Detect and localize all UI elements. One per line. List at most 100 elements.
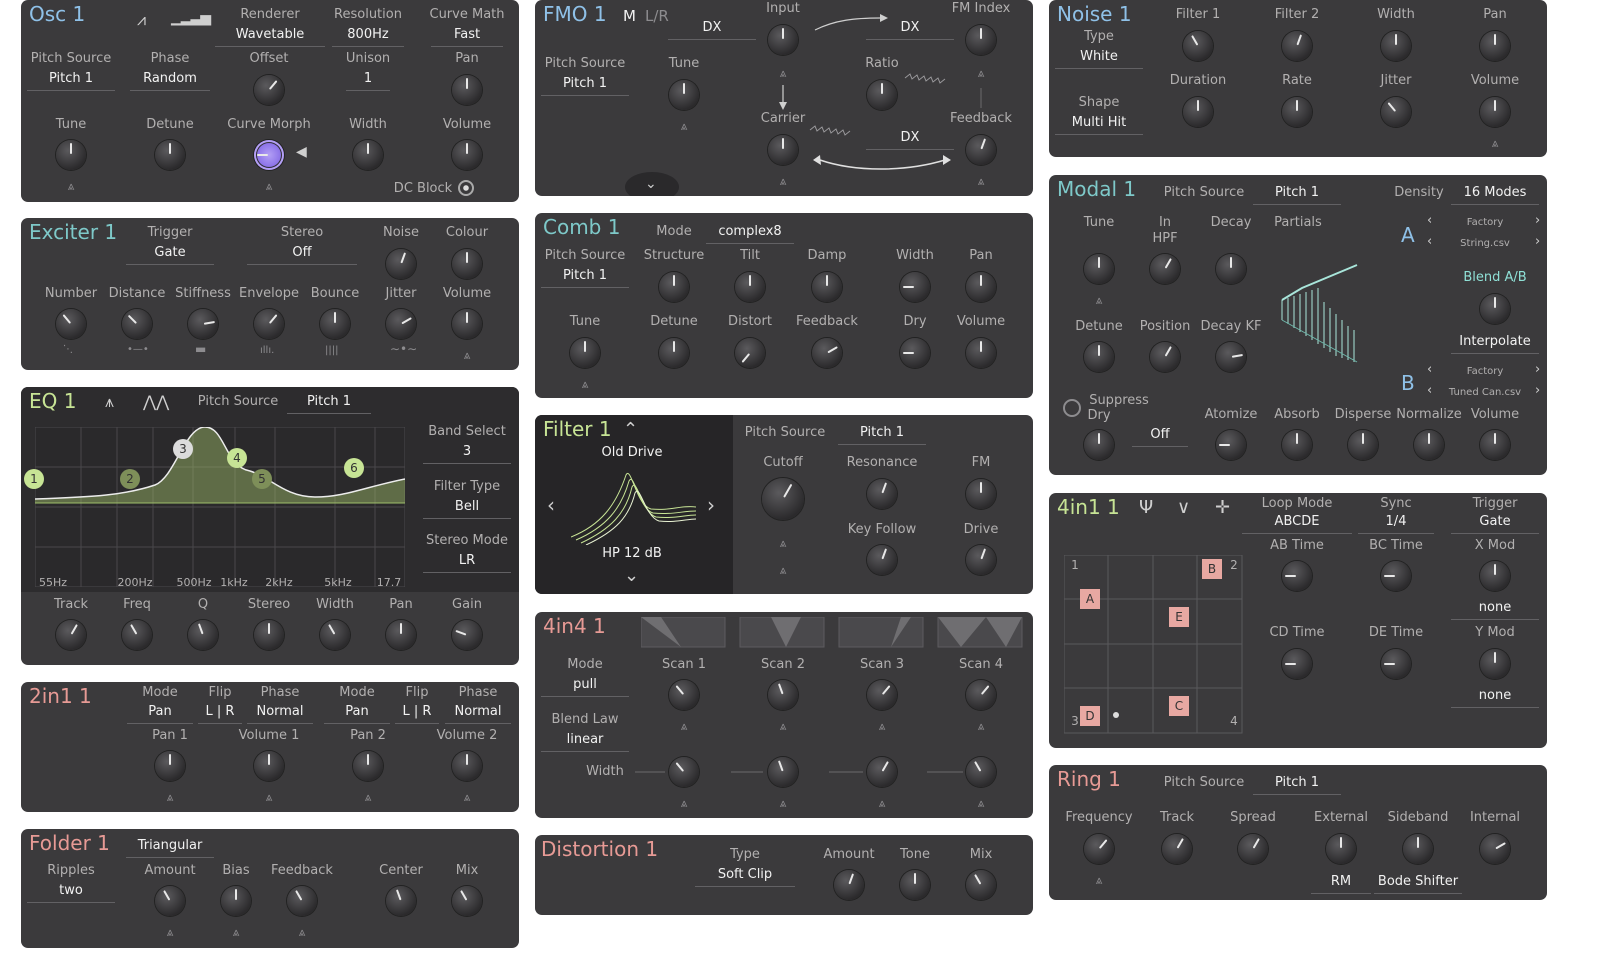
curve-morph-knob[interactable] [254,140,284,170]
eq-track-knob[interactable] [56,620,86,650]
cutoff-mod-arrow-2-icon[interactable]: ⩓ [780,564,787,576]
bank-a-next-icon[interactable]: › [1535,213,1540,228]
noise-volume-knob[interactable] [1480,97,1510,127]
bank-a-file[interactable]: String.csv [1460,238,1510,249]
rate-knob[interactable] [1282,97,1312,127]
width-knob[interactable] [353,140,383,170]
decay-knob[interactable] [1216,254,1246,284]
offset-knob[interactable] [254,75,284,105]
colour-knob[interactable] [452,249,482,279]
bounce-knob[interactable] [320,309,350,339]
pan2-mod-arrow-icon[interactable]: ⩓ [365,791,372,803]
filter2-knob[interactable] [1282,31,1312,61]
partials-display[interactable] [1277,260,1367,370]
bank-a-file-prev-icon[interactable]: ‹ [1427,234,1432,249]
pad-point-b[interactable]: B [1202,559,1222,579]
noise-knob[interactable] [386,249,416,279]
eq-stereo-knob[interactable] [254,620,284,650]
volume2-mod-arrow-icon[interactable]: ⩓ [464,791,471,803]
absorb-knob[interactable] [1282,430,1312,460]
sideband-knob[interactable] [1403,834,1433,864]
key-follow-knob[interactable] [867,545,897,575]
pan1-mod-arrow-icon[interactable]: ⩓ [167,791,174,803]
blend-ab-knob[interactable] [1480,294,1510,324]
eq-response-graph[interactable] [35,427,405,587]
modal-volume-knob[interactable] [1480,430,1510,460]
in-hpf-knob[interactable] [1150,254,1180,284]
modal-dry-knob[interactable] [1084,430,1114,460]
bias-knob[interactable] [221,886,251,916]
detune-knob[interactable] [155,140,185,170]
comb-tune-mod-arrow-icon[interactable]: ⩓ [582,378,589,390]
damp-knob[interactable] [812,272,842,302]
eq-q-knob[interactable] [188,620,218,650]
tilt-knob[interactable] [735,272,765,302]
amount-mod-arrow-icon[interactable]: ⩓ [167,926,174,938]
next-model-icon[interactable]: › [707,493,715,517]
speaker-icon[interactable]: ◀ [296,144,307,160]
external-knob[interactable] [1326,834,1356,864]
eq-band-1-handle[interactable]: 1 [24,469,44,489]
jitter-knob[interactable] [386,309,416,339]
bank-a-file-next-icon[interactable]: › [1535,234,1540,249]
disperse-knob[interactable] [1348,430,1378,460]
dc-block-toggle[interactable] [458,180,474,196]
eq-band-4-handle[interactable]: 4 [227,448,247,468]
pan1-knob[interactable] [155,751,185,781]
cutoff-knob[interactable] [762,478,804,520]
number-knob[interactable] [56,309,86,339]
pan-knob[interactable] [452,75,482,105]
structure-knob[interactable] [659,272,689,302]
bank-b-file-prev-icon[interactable]: ‹ [1427,383,1432,398]
bank-b-bank[interactable]: Factory [1467,366,1504,377]
resonance-knob[interactable] [867,479,897,509]
volume-knob[interactable] [452,140,482,170]
vee-shape-icon[interactable]: ∨ [1177,497,1190,518]
tone-knob[interactable] [900,870,930,900]
volume1-knob[interactable] [254,751,284,781]
eq-band-5-handle[interactable]: 5 [252,469,272,489]
eq-peaks-icon[interactable]: ⋀⋀ [143,392,169,411]
pan2-knob[interactable] [353,751,383,781]
pad-point-a[interactable]: A [1080,589,1100,609]
envelope-knob[interactable] [254,309,284,339]
mix-knob[interactable] [452,886,482,916]
eq-pan-knob[interactable] [386,620,416,650]
prev-model-icon[interactable]: ‹ [547,493,555,517]
modal-tune-knob[interactable] [1084,254,1114,284]
pad-point-e[interactable]: E [1169,607,1189,627]
suppress-toggle[interactable] [1063,399,1081,417]
eq-band-3-handle[interactable]: 3 [173,439,193,459]
ab-time-knob[interactable] [1282,561,1312,591]
pad-point-c[interactable]: C [1169,696,1189,716]
tune-knob[interactable] [56,140,86,170]
dry-knob[interactable] [900,338,930,368]
bank-b-next-icon[interactable]: › [1535,362,1540,377]
feedback-mod-arrow-icon[interactable]: ⩓ [299,926,306,938]
eq-band-6-handle[interactable]: 6 [344,458,364,478]
bank-a-prev-icon[interactable]: ‹ [1427,213,1432,228]
noise-width-knob[interactable] [1381,31,1411,61]
frequency-mod-arrow-icon[interactable]: ⩓ [1096,874,1103,886]
amount-knob[interactable] [155,886,185,916]
decay-kf-knob[interactable] [1216,342,1246,372]
waveform-saw-icon[interactable]: ⩘ [137,10,146,30]
noise-pan-knob[interactable] [1480,31,1510,61]
eq-freq-knob[interactable] [122,620,152,650]
exciter-volume-mod-arrow-icon[interactable]: ⩓ [464,349,471,361]
folder-feedback-knob[interactable] [287,886,317,916]
bank-a-bank[interactable]: Factory [1467,217,1504,228]
de-time-knob[interactable] [1381,649,1411,679]
noise-volume-mod-arrow-icon[interactable]: ⩓ [1492,137,1499,149]
position-knob[interactable] [1150,342,1180,372]
comb-volume-knob[interactable] [966,338,996,368]
chevron-down-icon[interactable]: ⌄ [624,565,639,586]
cd-time-knob[interactable] [1282,649,1312,679]
center-knob[interactable] [386,886,416,916]
modal-detune-knob[interactable] [1084,342,1114,372]
stiffness-knob[interactable] [188,309,218,339]
comb-tune-knob[interactable] [570,338,600,368]
filter1-knob[interactable] [1183,31,1213,61]
eq-bell-shape-icon[interactable]: ⩚ [105,392,114,412]
bank-b-prev-icon[interactable]: ‹ [1427,362,1432,377]
